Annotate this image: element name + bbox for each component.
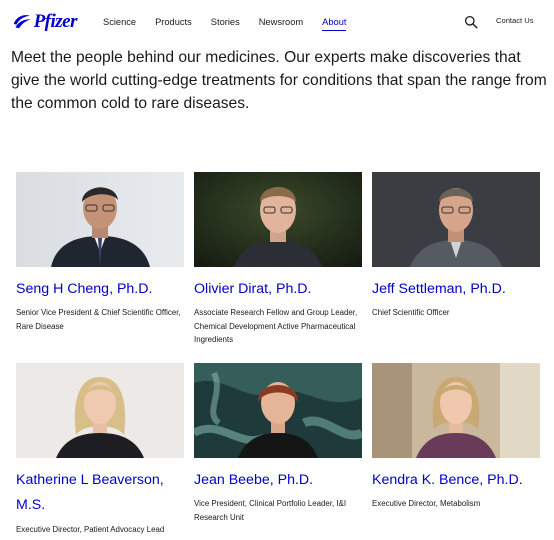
person-photo[interactable] <box>16 172 184 267</box>
person-card: Jean Beebe, Ph.D. Vice President, Clinic… <box>194 363 362 524</box>
nav-stories[interactable]: Stories <box>211 13 240 31</box>
person-photo[interactable] <box>372 172 540 267</box>
person-card: Seng H Cheng, Ph.D. Senior Vice Presiden… <box>16 172 184 333</box>
person-role: Vice President, Clinical Portfolio Leade… <box>194 499 347 522</box>
main-nav: Science Products Stories Newsroom About <box>103 0 365 44</box>
site-header: Pfizer Science Products Stories Newsroom… <box>0 0 554 44</box>
person-role: Senior Vice President & Chief Scientific… <box>16 308 181 331</box>
person-card: Kendra K. Bence, Ph.D. Executive Directo… <box>372 363 540 511</box>
search-icon[interactable] <box>464 15 478 29</box>
person-photo[interactable] <box>194 172 362 267</box>
pfizer-logo-icon <box>13 15 31 29</box>
pfizer-logo[interactable]: Pfizer <box>11 7 78 37</box>
intro-paragraph: Meet the people behind our medicines. Ou… <box>11 49 547 112</box>
contact-us-link[interactable]: Contact Us <box>496 16 534 25</box>
person-name[interactable]: Olivier Dirat, Ph.D. <box>194 277 362 302</box>
person-card: Jeff Settleman, Ph.D. Chief Scientific O… <box>372 172 540 320</box>
person-name[interactable]: Kendra K. Bence, Ph.D. <box>372 468 540 493</box>
person-card: Katherine L Beaverson, M.S. Executive Di… <box>16 363 184 537</box>
person-photo[interactable] <box>16 363 184 458</box>
person-photo[interactable] <box>194 363 362 458</box>
person-role: Chief Scientific Officer <box>372 308 450 317</box>
person-name[interactable]: Jeff Settleman, Ph.D. <box>372 277 540 302</box>
person-role: Associate Research Fellow and Group Lead… <box>194 308 358 345</box>
person-name[interactable]: Jean Beebe, Ph.D. <box>194 468 362 493</box>
nav-products[interactable]: Products <box>155 13 192 31</box>
person-card: Olivier Dirat, Ph.D. Associate Research … <box>194 172 362 347</box>
person-role: Executive Director, Patient Advocacy Lea… <box>16 525 165 534</box>
nav-newsroom[interactable]: Newsroom <box>259 13 303 31</box>
nav-science[interactable]: Science <box>103 13 136 31</box>
person-photo[interactable] <box>372 363 540 458</box>
pfizer-logo-wordmark: Pfizer <box>33 11 78 32</box>
nav-about[interactable]: About <box>322 13 347 31</box>
person-role: Executive Director, Metabolism <box>372 499 481 508</box>
person-name[interactable]: Seng H Cheng, Ph.D. <box>16 277 184 302</box>
person-name[interactable]: Katherine L Beaverson, M.S. <box>16 468 184 518</box>
